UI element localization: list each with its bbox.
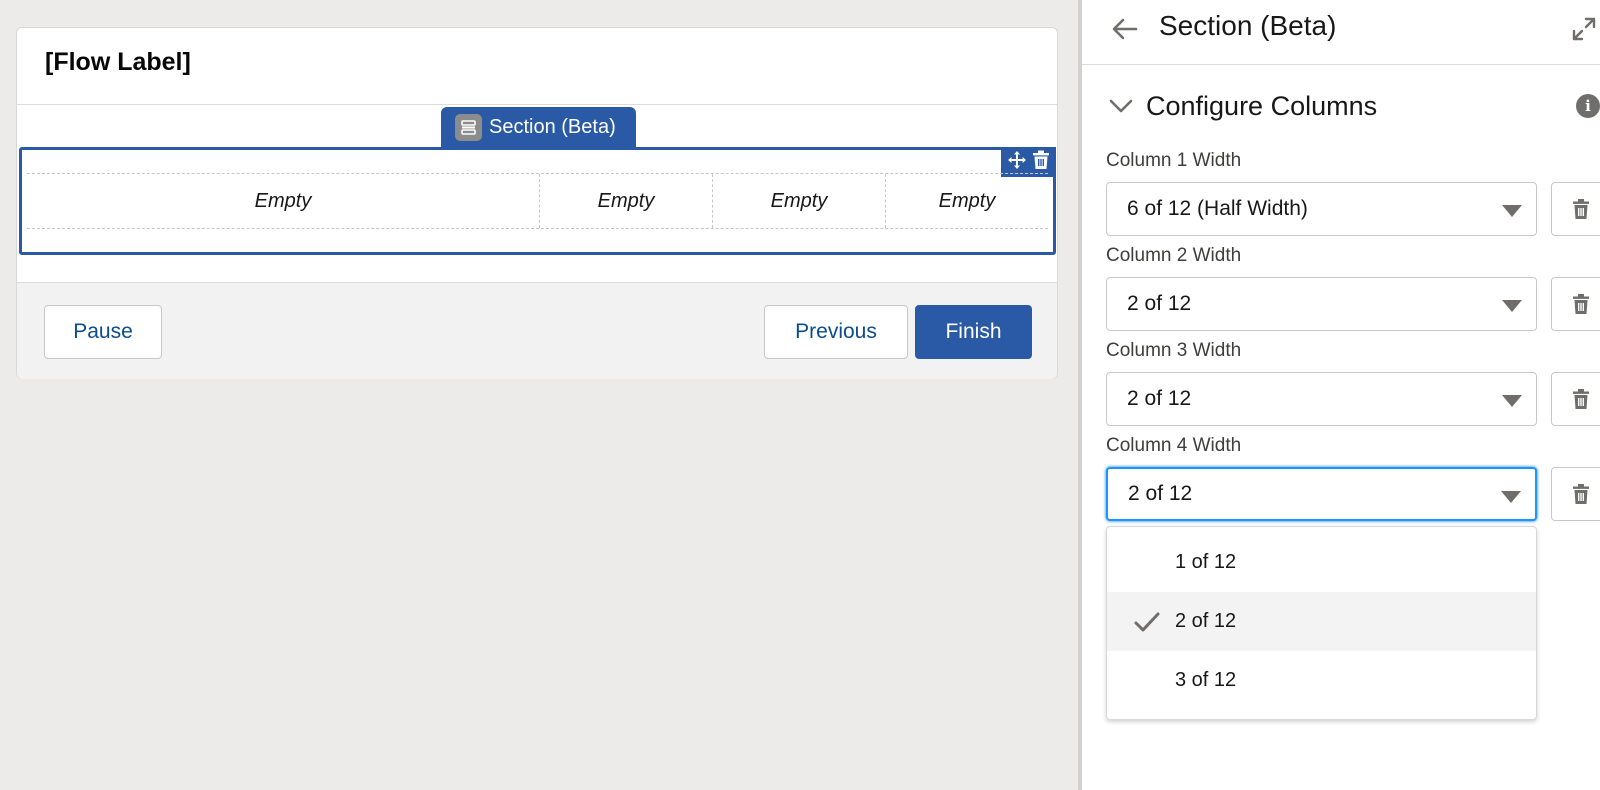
section-icon: [455, 113, 482, 141]
column-3-width-value: 2 of 12: [1127, 387, 1192, 410]
panel-header: Section (Beta): [1082, 0, 1600, 65]
trash-icon: [1573, 199, 1589, 219]
delete-column-2-button[interactable]: [1551, 277, 1600, 331]
column-2-width-select[interactable]: 2 of 12: [1106, 277, 1537, 331]
column-3-width-select[interactable]: 2 of 12: [1106, 372, 1537, 426]
caret-down-icon: [1502, 205, 1522, 217]
column-2[interactable]: Empty: [540, 174, 713, 228]
column-4-width-listbox: 1 of 12 2 of 12 3 of 12: [1106, 526, 1537, 720]
finish-button[interactable]: Finish: [915, 305, 1032, 359]
section-component[interactable]: Empty Empty Empty Empty: [19, 147, 1056, 255]
listbox-option-selected[interactable]: 2 of 12: [1107, 592, 1536, 651]
column-4-width-label: Column 4 Width: [1106, 435, 1242, 456]
column-1-width-value: 6 of 12 (Half Width): [1127, 197, 1308, 220]
expand-icon[interactable]: [1568, 14, 1600, 44]
screen-card: [Flow Label] Section (Beta) Empty Empty …: [16, 27, 1058, 379]
panel-title: Section (Beta): [1159, 10, 1337, 41]
back-arrow-icon[interactable]: [1110, 14, 1140, 44]
trash-icon: [1573, 484, 1589, 504]
column-1-width-label: Column 1 Width: [1106, 150, 1242, 171]
screen-footer: Pause Previous Finish: [17, 282, 1057, 379]
column-2-width-label: Column 2 Width: [1106, 245, 1242, 266]
listbox-option[interactable]: 3 of 12: [1107, 651, 1536, 710]
delete-column-3-button[interactable]: [1551, 372, 1600, 426]
trash-icon[interactable]: [1032, 150, 1050, 175]
column-1[interactable]: Empty: [27, 174, 540, 228]
move-icon[interactable]: [1007, 150, 1027, 175]
flow-label: [Flow Label]: [45, 48, 191, 76]
header-divider: [17, 104, 1057, 105]
flow-canvas: [Flow Label] Section (Beta) Empty Empty …: [0, 0, 1078, 790]
info-icon[interactable]: i: [1576, 94, 1600, 118]
delete-column-1-button[interactable]: [1551, 182, 1600, 236]
pause-button[interactable]: Pause: [44, 305, 162, 359]
section-columns: Empty Empty Empty Empty: [27, 173, 1048, 229]
option-label: 1 of 12: [1175, 551, 1237, 573]
column-2-width-value: 2 of 12: [1127, 292, 1192, 315]
section-tab-label: Section (Beta): [489, 115, 616, 138]
checkmark-icon: [1133, 608, 1161, 636]
configure-columns-title: Configure Columns: [1146, 90, 1378, 121]
column-4-width-select[interactable]: 2 of 12: [1106, 467, 1537, 521]
column-1-width-select[interactable]: 6 of 12 (Half Width): [1106, 182, 1537, 236]
column-3-width-label: Column 3 Width: [1106, 340, 1242, 361]
column-3[interactable]: Empty: [713, 174, 886, 228]
trash-icon: [1573, 294, 1589, 314]
listbox-option[interactable]: 1 of 12: [1107, 533, 1536, 592]
caret-down-icon: [1502, 300, 1522, 312]
chevron-down-icon[interactable]: [1108, 93, 1134, 119]
option-label: 3 of 12: [1175, 669, 1237, 691]
option-label: 2 of 12: [1175, 610, 1237, 632]
trash-icon: [1573, 389, 1589, 409]
column-4-width-value: 2 of 12: [1128, 482, 1193, 505]
column-4[interactable]: Empty: [886, 174, 1048, 228]
caret-down-icon: [1502, 395, 1522, 407]
configure-columns-header[interactable]: Configure Columns i: [1108, 86, 1600, 126]
caret-down-icon: [1501, 491, 1521, 503]
section-tab[interactable]: Section (Beta): [441, 107, 636, 147]
delete-column-4-button[interactable]: [1551, 467, 1600, 521]
properties-panel: Section (Beta) Configure Columns i Colum…: [1078, 0, 1600, 790]
previous-button[interactable]: Previous: [764, 305, 908, 359]
